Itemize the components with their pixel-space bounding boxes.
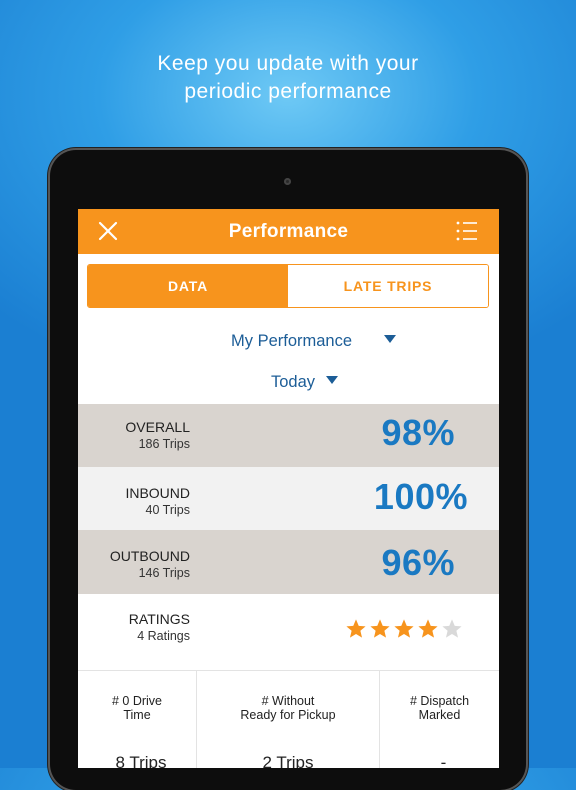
stat-label-line2: Marked (418, 708, 461, 722)
metric-row-overall[interactable]: OVERALL 186 Trips 98% (78, 404, 499, 467)
stat-label: # Without Ready for Pickup (197, 694, 379, 722)
star-filled-icon (394, 619, 414, 638)
stat-label-line1: # Without (261, 694, 315, 708)
star-filled-icon (418, 619, 438, 638)
stat-label-line2: Ready for Pickup (240, 708, 336, 722)
stat-label-line2: Time (123, 708, 151, 722)
ratings-label: RATINGS (128, 611, 190, 627)
app-screen: Performance DATA LATE TRIPS My Performan… (78, 209, 499, 768)
star-filled-icon (370, 619, 390, 638)
metric-value: 98% (381, 412, 455, 453)
stat-label-line1: # 0 Drive (111, 694, 163, 708)
stat-value: 2 Trips (262, 753, 314, 768)
stat-label-line1: # Dispatch (409, 694, 470, 708)
promo-headline: Keep you update with your periodic perfo… (0, 50, 576, 106)
metric-sub: 186 Trips (138, 437, 190, 451)
metric-sub: 40 Trips (145, 503, 190, 517)
tab-data[interactable]: DATA (88, 265, 288, 307)
divider (78, 670, 499, 671)
metric-label: OUTBOUND (109, 548, 190, 564)
star-filled-icon (346, 619, 366, 638)
nav-bar: Performance (78, 209, 499, 254)
chevron-down-icon[interactable] (384, 335, 396, 343)
stat-label: # Dispatch Marked (380, 694, 499, 722)
period-dropdown[interactable]: Today (271, 373, 338, 392)
stat-value: 8 Trips (115, 753, 167, 768)
metric-row-outbound[interactable]: OUTBOUND 146 Trips 96% (78, 530, 499, 594)
star-empty-icon (442, 619, 462, 638)
headline-line-2: periodic performance (184, 80, 392, 103)
ratings-sub: 4 Ratings (137, 629, 190, 643)
chevron-down-icon (325, 376, 338, 384)
headline-line-1: Keep you update with your (157, 52, 419, 75)
list-menu-icon[interactable] (454, 219, 480, 243)
metric-value: 100% (373, 476, 468, 517)
scope-dropdown-label: My Performance (231, 332, 353, 350)
metric-row-inbound[interactable]: INBOUND 40 Trips 100% (78, 467, 499, 530)
stat-label: # 0 Drive Time (78, 694, 196, 722)
metric-label: OVERALL (125, 419, 190, 435)
metric-value: 96% (381, 542, 455, 583)
page-title: Performance (228, 221, 349, 242)
camera-icon (284, 178, 291, 185)
metric-label: INBOUND (125, 485, 190, 501)
scope-dropdown[interactable]: My Performance (231, 332, 352, 351)
ratings-row[interactable]: RATINGS 4 Ratings (78, 594, 499, 670)
star-rating (345, 618, 463, 639)
close-icon[interactable] (96, 219, 120, 243)
stat-value: - (440, 753, 447, 768)
tab-late-trips[interactable]: LATE TRIPS (288, 265, 488, 307)
segmented-tabs: DATA LATE TRIPS (87, 264, 489, 308)
period-dropdown-label: Today (271, 373, 316, 391)
metric-sub: 146 Trips (138, 566, 190, 580)
